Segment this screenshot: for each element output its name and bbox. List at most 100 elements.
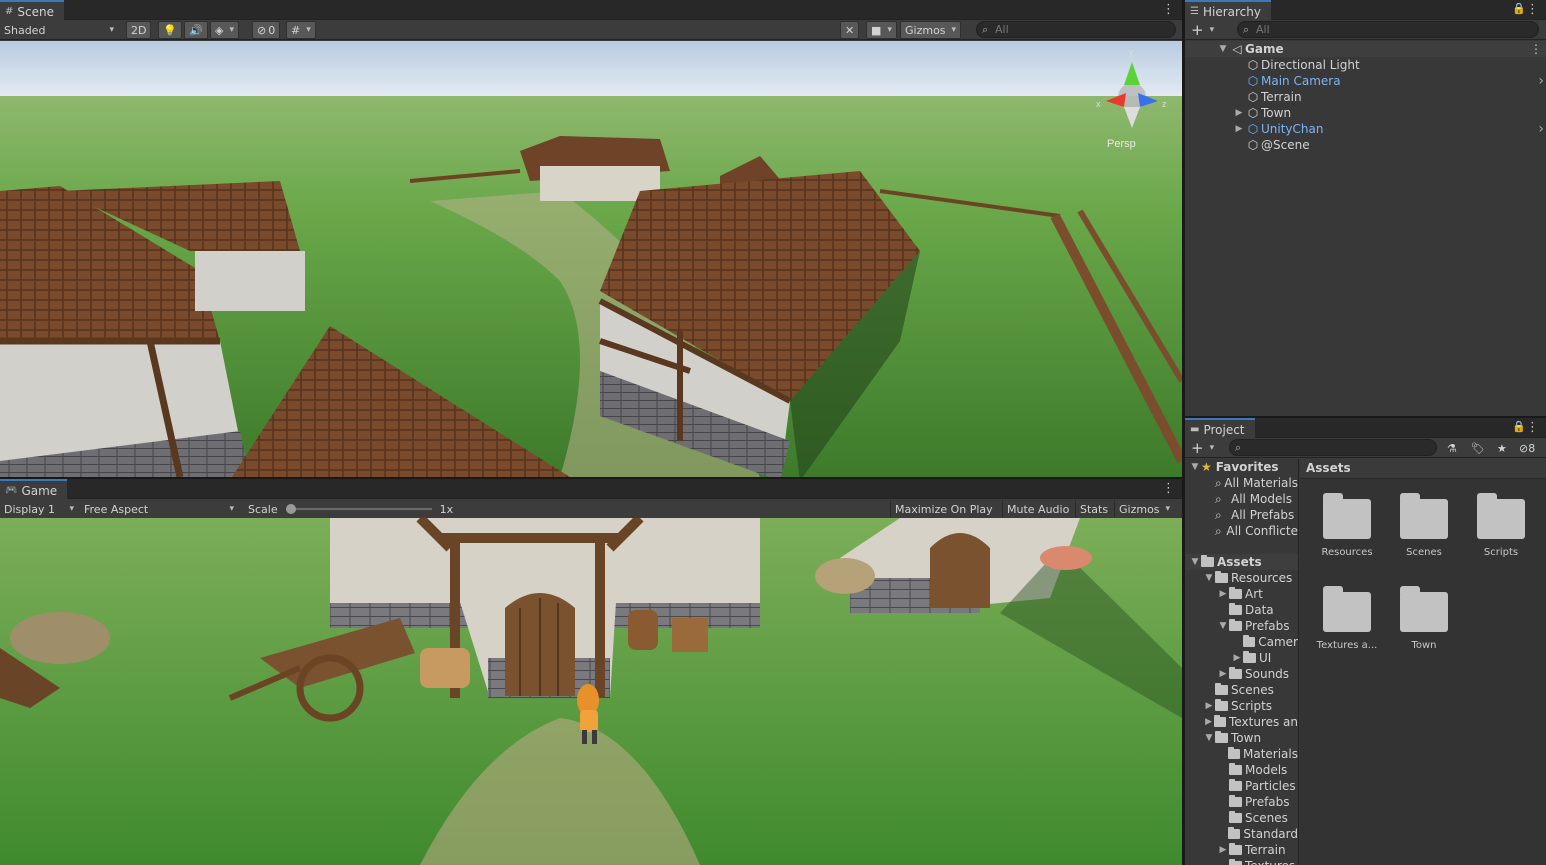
game-menu-icon[interactable]: ⋮ bbox=[1162, 481, 1175, 496]
folder-tree-item[interactable]: Scenes bbox=[1185, 810, 1298, 826]
folder-tree-item[interactable]: Standard bbox=[1185, 826, 1298, 842]
expand-arrow-icon[interactable]: ▼ bbox=[1189, 557, 1201, 567]
camera-dropdown-icon[interactable]: ■ bbox=[866, 21, 897, 39]
hierarchy-item[interactable]: ▶ ⬡ Town bbox=[1185, 105, 1546, 121]
folder-tree-item[interactable]: ▶ Scripts bbox=[1185, 698, 1298, 714]
hierarchy-item[interactable]: ⬡ Main Camera › bbox=[1185, 73, 1546, 89]
favorite-item[interactable]: ⌕ All Conflicte bbox=[1185, 523, 1298, 539]
folder-tree-item[interactable]: Textures bbox=[1185, 858, 1298, 865]
favorite-star-icon[interactable]: ★ bbox=[1493, 439, 1511, 457]
folder-tree-item[interactable]: ▶ Art bbox=[1185, 586, 1298, 602]
expand-arrow-icon[interactable]: ▼ bbox=[1217, 621, 1229, 631]
assets-header[interactable]: ▼ Assets bbox=[1185, 554, 1298, 570]
scene-search-input[interactable]: All bbox=[976, 21, 1176, 38]
tab-project[interactable]: ▬ Project bbox=[1185, 418, 1255, 439]
lighting-toggle-icon[interactable]: 💡 bbox=[158, 21, 182, 39]
expand-arrow-icon[interactable]: ▶ bbox=[1233, 124, 1245, 134]
grid-dropdown-icon[interactable]: # bbox=[286, 21, 316, 39]
asset-folder[interactable]: Resources bbox=[1312, 493, 1382, 558]
asset-folder[interactable]: Scenes bbox=[1389, 493, 1459, 558]
game-gizmos-dropdown[interactable]: Gizmos bbox=[1114, 500, 1174, 518]
persp-label[interactable]: Persp bbox=[1107, 138, 1136, 150]
folder-tree-item[interactable]: Particles bbox=[1185, 778, 1298, 794]
toggle-2d-button[interactable]: 2D bbox=[126, 21, 152, 39]
hierarchy-item[interactable]: ⬡ @Scene bbox=[1185, 137, 1546, 153]
project-search-input[interactable] bbox=[1229, 439, 1437, 456]
folder-tree-item[interactable]: ▼ Resources bbox=[1185, 570, 1298, 586]
game-viewport[interactable] bbox=[0, 518, 1182, 865]
folder-tree-item[interactable]: Materials bbox=[1185, 746, 1298, 762]
effects-dropdown-icon[interactable]: ◈ bbox=[210, 21, 239, 39]
hierarchy-search-input[interactable]: All bbox=[1237, 21, 1539, 38]
scale-slider-thumb[interactable] bbox=[285, 504, 296, 514]
scene-search-placeholder: All bbox=[995, 23, 1009, 36]
folder-tree-item[interactable]: Camer bbox=[1185, 634, 1298, 650]
expand-arrow-icon[interactable]: ▶ bbox=[1217, 589, 1229, 599]
display-dropdown[interactable]: Display 1 bbox=[0, 500, 78, 518]
asset-folder[interactable]: Scripts bbox=[1466, 493, 1536, 558]
expand-arrow-icon[interactable]: ▶ bbox=[1203, 701, 1215, 711]
hierarchy-menu-icon[interactable]: ⋮ bbox=[1526, 2, 1539, 17]
expand-arrow-icon[interactable]: ▶ bbox=[1233, 108, 1245, 118]
hierarchy-item[interactable]: ⬡ Directional Light bbox=[1185, 57, 1546, 73]
expand-arrow-icon[interactable]: ▶ bbox=[1231, 653, 1243, 663]
tab-game[interactable]: 🎮 Game bbox=[0, 479, 68, 500]
stats-toggle[interactable]: Stats bbox=[1075, 500, 1112, 518]
expand-arrow-icon[interactable]: ▼ bbox=[1189, 462, 1201, 472]
folder-tree-item[interactable]: Models bbox=[1185, 762, 1298, 778]
favorite-item[interactable]: ⌕ All Prefabs bbox=[1185, 507, 1298, 523]
audio-toggle-icon[interactable]: 🔊 bbox=[184, 21, 208, 39]
favorite-item[interactable]: ⌕ All Materials bbox=[1185, 475, 1298, 491]
scene-menu-icon[interactable]: ⋮ bbox=[1162, 2, 1175, 17]
scene-hash-icon: # bbox=[5, 6, 14, 17]
scene-viewport[interactable]: y x z Persp bbox=[0, 41, 1182, 477]
expand-arrow-icon[interactable]: ▼ bbox=[1217, 44, 1229, 54]
aspect-dropdown[interactable]: Free Aspect bbox=[80, 500, 238, 518]
filter-by-type-icon[interactable]: ⚗ bbox=[1443, 439, 1461, 457]
hierarchy-item[interactable]: ▶ ⬡ UnityChan › bbox=[1185, 121, 1546, 137]
project-lock-icon[interactable]: 🔒 bbox=[1512, 420, 1526, 433]
folder-tree-item[interactable]: ▶ Terrain bbox=[1185, 842, 1298, 858]
expand-arrow-icon[interactable]: ▶ bbox=[1217, 669, 1229, 679]
folder-tree-item[interactable]: ▶ UI bbox=[1185, 650, 1298, 666]
tab-hierarchy[interactable]: ☰ Hierarchy bbox=[1185, 0, 1271, 21]
folder-tree-item[interactable]: ▼ Town bbox=[1185, 730, 1298, 746]
folder-label: Prefabs bbox=[1245, 619, 1290, 633]
breadcrumb-assets[interactable]: Assets bbox=[1306, 461, 1351, 475]
expand-arrow-icon[interactable]: ▶ bbox=[1217, 845, 1229, 855]
asset-folder[interactable]: Textures a... bbox=[1312, 586, 1382, 651]
hierarchy-add-button[interactable]: + bbox=[1187, 21, 1218, 39]
favorite-item[interactable]: ⌕ All Models bbox=[1185, 491, 1298, 507]
expand-arrow-icon[interactable]: ▼ bbox=[1203, 573, 1215, 583]
folder-tree-item[interactable]: Data bbox=[1185, 602, 1298, 618]
hierarchy-scene-row[interactable]: ▼ ◁ Game ⋮ bbox=[1185, 41, 1546, 57]
folder-tree-item[interactable]: ▶ Sounds bbox=[1185, 666, 1298, 682]
mute-audio-toggle[interactable]: Mute Audio bbox=[1002, 500, 1073, 518]
folder-tree-item[interactable]: ▼ Prefabs bbox=[1185, 618, 1298, 634]
chevron-right-icon[interactable]: › bbox=[1538, 121, 1544, 137]
expand-arrow-icon[interactable]: ▼ bbox=[1203, 733, 1215, 743]
favorites-header[interactable]: ▼ ★ Favorites bbox=[1185, 459, 1298, 475]
tab-scene[interactable]: # Scene bbox=[0, 0, 64, 21]
scene-gizmos-dropdown[interactable]: Gizmos bbox=[900, 21, 962, 39]
project-menu-icon[interactable]: ⋮ bbox=[1526, 420, 1539, 435]
project-hidden-toggle[interactable]: ⊘ 8 bbox=[1515, 439, 1539, 457]
favorite-label: All Prefabs bbox=[1231, 508, 1295, 522]
scene-menu-icon[interactable]: ⋮ bbox=[1530, 42, 1542, 56]
lock-icon[interactable]: 🔒 bbox=[1512, 2, 1526, 15]
hierarchy-item[interactable]: ⬡ Terrain bbox=[1185, 89, 1546, 105]
folder-tree-item[interactable]: Prefabs bbox=[1185, 794, 1298, 810]
filter-by-label-icon[interactable]: 🏷 bbox=[1467, 439, 1489, 457]
folder-tree-item[interactable]: ▶ Textures an bbox=[1185, 714, 1298, 730]
asset-folder[interactable]: Town bbox=[1389, 586, 1459, 651]
maximize-on-play-toggle[interactable]: Maximize On Play bbox=[890, 500, 997, 518]
scene-visibility-button[interactable]: ⊘ 0 bbox=[252, 21, 281, 39]
scale-slider[interactable] bbox=[285, 504, 432, 514]
tools-icon[interactable]: ✕ bbox=[840, 21, 860, 39]
folder-tree-item[interactable]: Scenes bbox=[1185, 682, 1298, 698]
project-add-button[interactable]: + bbox=[1187, 439, 1218, 457]
shading-mode-dropdown[interactable]: Shaded bbox=[0, 21, 118, 39]
chevron-right-icon[interactable]: › bbox=[1538, 73, 1544, 89]
hierarchy-item-label: Terrain bbox=[1261, 90, 1302, 104]
expand-arrow-icon[interactable]: ▶ bbox=[1203, 717, 1214, 727]
